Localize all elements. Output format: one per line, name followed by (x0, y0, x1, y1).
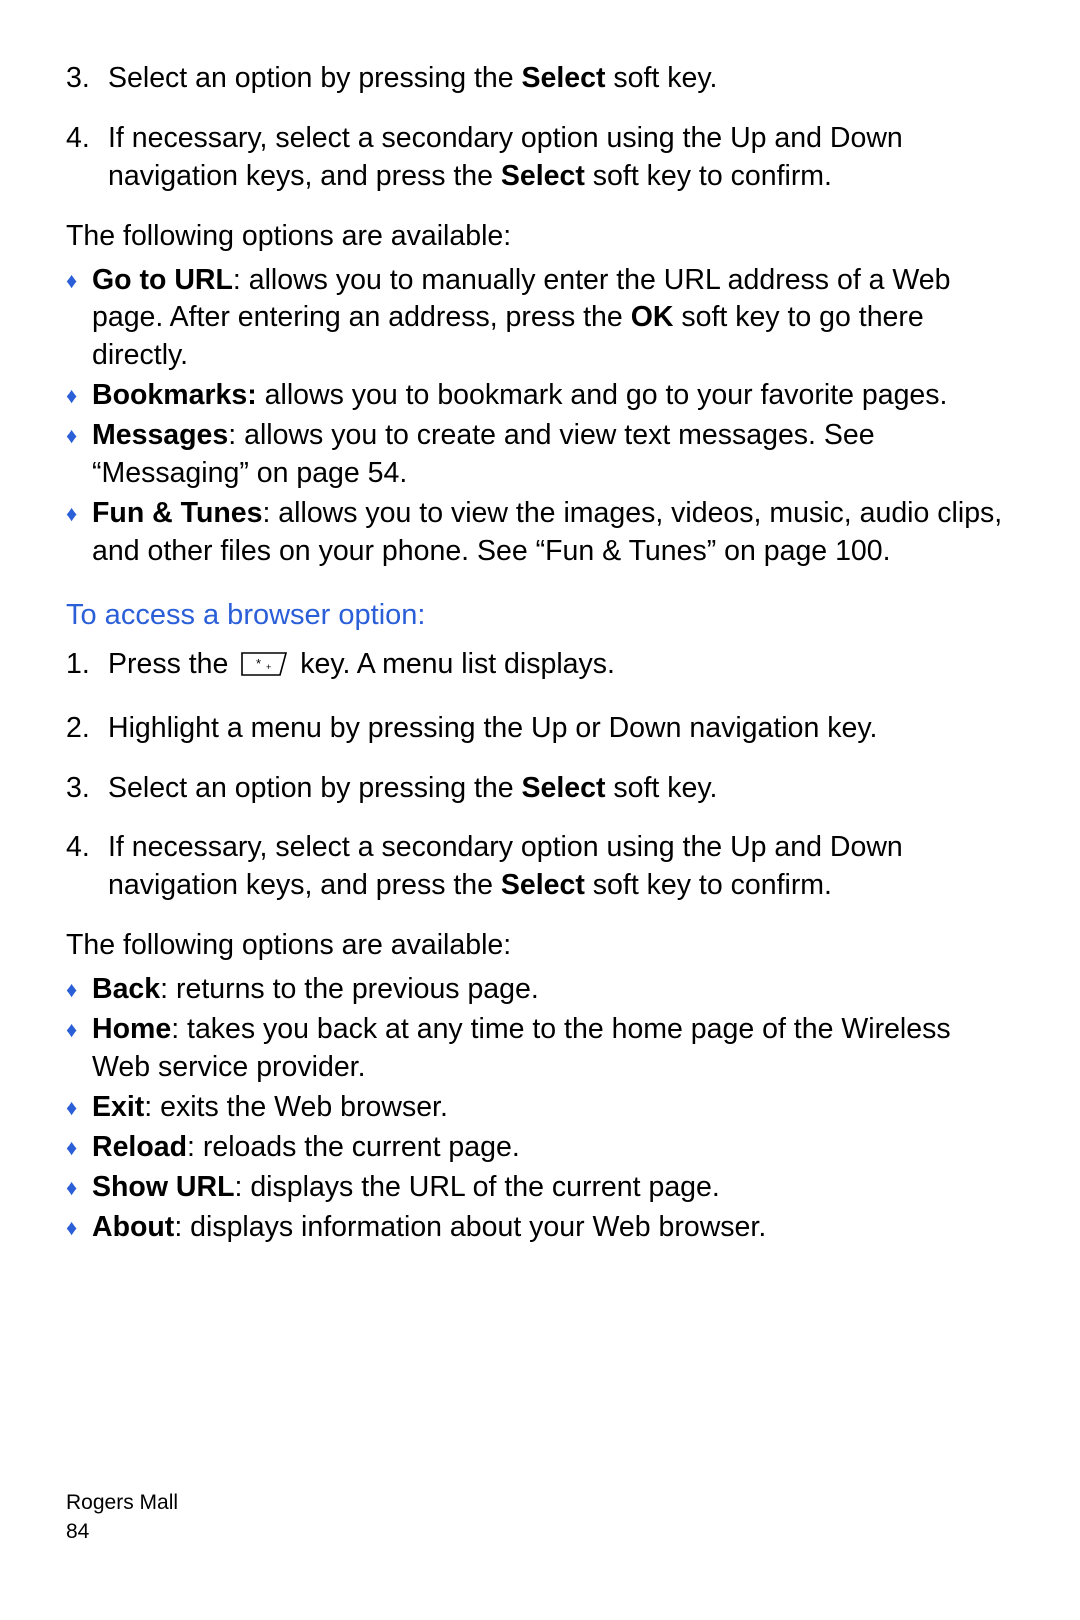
diamond-bullet-icon: ♦ (66, 377, 92, 415)
bullet-item: ♦Messages: allows you to create and view… (66, 417, 1014, 493)
bullet-text: Reload: reloads the current page. (92, 1129, 1014, 1167)
diamond-bullet-icon: ♦ (66, 1209, 92, 1247)
step-number: 2. (66, 710, 108, 748)
numbered-step: 2.Highlight a menu by pressing the Up or… (66, 710, 1014, 748)
bullet-text: Messages: allows you to create and view … (92, 417, 1014, 493)
bullet-item: ♦Show URL: displays the URL of the curre… (66, 1169, 1014, 1207)
options-list-2: ♦Back: returns to the previous page.♦Hom… (66, 971, 1014, 1247)
bullet-item: ♦Fun & Tunes: allows you to view the ima… (66, 495, 1014, 571)
diamond-bullet-icon: ♦ (66, 495, 92, 533)
step-number: 1. (66, 646, 108, 688)
step-text: Select an option by pressing the Select … (108, 60, 1014, 98)
step-number: 3. (66, 770, 108, 808)
step-text: Highlight a menu by pressing the Up or D… (108, 710, 1014, 748)
step-number: 3. (66, 60, 108, 98)
bullet-text: About: displays information about your W… (92, 1209, 1014, 1247)
step-text: If necessary, select a secondary option … (108, 829, 1014, 905)
diamond-bullet-icon: ♦ (66, 262, 92, 300)
numbered-step: 3.Select an option by pressing the Selec… (66, 60, 1014, 98)
numbered-steps-browser: 1.Press the *+ key. A menu list displays… (66, 646, 1014, 905)
numbered-step: 4.If necessary, select a secondary optio… (66, 120, 1014, 196)
step-text: Press the *+ key. A menu list displays. (108, 646, 1014, 688)
step-number: 4. (66, 120, 108, 196)
step-text: Select an option by pressing the Select … (108, 770, 1014, 808)
bullet-item: ♦Bookmarks: allows you to bookmark and g… (66, 377, 1014, 415)
section-heading-browser-option: To access a browser option: (66, 599, 1014, 632)
diamond-bullet-icon: ♦ (66, 1011, 92, 1049)
bullet-text: Show URL: displays the URL of the curren… (92, 1169, 1014, 1207)
footer-section-name: Rogers Mall (66, 1489, 178, 1517)
options-intro-1: The following options are available: (66, 218, 1014, 256)
svg-text:*: * (256, 656, 261, 671)
bullet-item: ♦Reload: reloads the current page. (66, 1129, 1014, 1167)
bullet-text: Back: returns to the previous page. (92, 971, 1014, 1009)
manual-page: 3.Select an option by pressing the Selec… (0, 0, 1080, 1620)
bullet-text: Home: takes you back at any time to the … (92, 1011, 1014, 1087)
star-key-icon: *+ (240, 650, 288, 688)
diamond-bullet-icon: ♦ (66, 1129, 92, 1167)
numbered-step: 4.If necessary, select a secondary optio… (66, 829, 1014, 905)
numbered-step: 1.Press the *+ key. A menu list displays… (66, 646, 1014, 688)
bullet-text: Exit: exits the Web browser. (92, 1089, 1014, 1127)
svg-text:+: + (266, 662, 271, 672)
options-intro-2: The following options are available: (66, 927, 1014, 965)
diamond-bullet-icon: ♦ (66, 417, 92, 455)
step-number: 4. (66, 829, 108, 905)
bullet-item: ♦Home: takes you back at any time to the… (66, 1011, 1014, 1087)
options-list-1: ♦Go to URL: allows you to manually enter… (66, 262, 1014, 571)
numbered-steps-top: 3.Select an option by pressing the Selec… (66, 60, 1014, 196)
bullet-item: ♦About: displays information about your … (66, 1209, 1014, 1247)
diamond-bullet-icon: ♦ (66, 1169, 92, 1207)
step-text: If necessary, select a secondary option … (108, 120, 1014, 196)
bullet-item: ♦Go to URL: allows you to manually enter… (66, 262, 1014, 376)
bullet-text: Bookmarks: allows you to bookmark and go… (92, 377, 1014, 415)
bullet-text: Go to URL: allows you to manually enter … (92, 262, 1014, 376)
bullet-item: ♦Back: returns to the previous page. (66, 971, 1014, 1009)
diamond-bullet-icon: ♦ (66, 1089, 92, 1127)
bullet-text: Fun & Tunes: allows you to view the imag… (92, 495, 1014, 571)
numbered-step: 3.Select an option by pressing the Selec… (66, 770, 1014, 808)
diamond-bullet-icon: ♦ (66, 971, 92, 1009)
bullet-item: ♦Exit: exits the Web browser. (66, 1089, 1014, 1127)
page-footer: Rogers Mall 84 (66, 1489, 178, 1546)
footer-page-number: 84 (66, 1518, 178, 1546)
